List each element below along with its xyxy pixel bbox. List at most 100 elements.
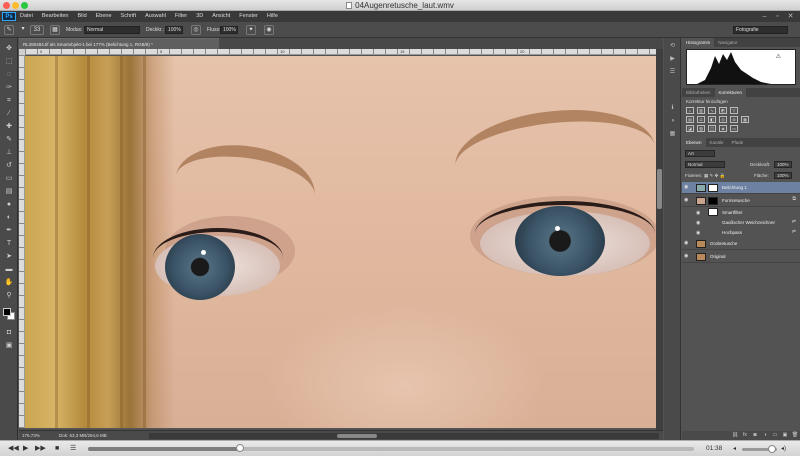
pressure-opacity-icon[interactable]: ◎ [191,25,201,35]
vertical-scroll-thumb[interactable] [657,169,662,209]
color-lookup-icon[interactable]: ▦ [741,116,749,123]
menu-ansicht[interactable]: Ansicht [212,11,230,22]
tab-channels[interactable]: Kanäle [706,138,728,147]
close-icon[interactable]: ✕ [786,12,795,21]
trash-icon[interactable]: 🗑 [790,431,800,440]
adjustment-layer-icon[interactable]: ◑ [760,431,770,440]
exposure-icon[interactable]: ◩ [719,107,727,114]
volume-high-icon[interactable]: ◂) [781,444,786,454]
visibility-eye-icon[interactable]: ◉ [684,241,690,246]
document-tab[interactable]: RL380484.tif als Smartobjekt-1 bei 177% … [19,38,219,49]
tab-paths[interactable]: Pfade [728,138,748,147]
vibrance-icon[interactable]: ▽ [730,107,738,114]
filter-kind-select[interactable]: Art [685,150,715,157]
tab-navigator[interactable]: Navigator [714,38,741,47]
marquee-tool-icon[interactable]: ⬚ [4,57,14,66]
screen-mode-icon[interactable]: ▣ [4,341,14,350]
visibility-eye-icon[interactable]: ◉ [684,198,690,203]
menu-fenster[interactable]: Fenster [239,11,258,22]
blur-tool-icon[interactable]: ● [4,200,14,209]
visibility-eye-icon[interactable]: ◉ [696,211,702,216]
vertical-scrollbar[interactable] [656,49,663,430]
menu-3d[interactable]: 3D [196,11,203,22]
color-panel-icon[interactable]: ◑ [668,117,677,126]
chevron-down-icon[interactable]: ▾ [19,25,27,35]
levels-icon[interactable]: ▥ [697,107,705,114]
stop-icon[interactable]: ■ [55,444,59,454]
layer-row[interactable]: ◉ Belichtung 1 [682,182,800,194]
group-icon[interactable]: ▭ [770,431,780,440]
menu-bearbeiten[interactable]: Bearbeiten [42,11,69,22]
curves-icon[interactable]: ∿ [708,107,716,114]
quick-mask-icon[interactable]: ◘ [4,328,14,337]
tab-adjustments[interactable]: Korrekturen [714,88,747,97]
eyedropper-tool-icon[interactable]: ⁄ [4,109,14,118]
black-white-icon[interactable]: ◧ [708,116,716,123]
zoom-tool-icon[interactable]: ⚲ [4,291,14,300]
flow-field[interactable]: 100% [220,26,238,34]
menu-hilfe[interactable]: Hilfe [267,11,278,22]
visibility-eye-icon[interactable]: ◉ [684,254,690,259]
move-tool-icon[interactable]: ✥ [4,44,14,53]
playlist-icon[interactable]: ☰ [70,444,76,454]
play-icon[interactable]: ▶ [23,444,28,454]
selective-color-icon[interactable]: ◈ [719,125,727,132]
warning-icon[interactable]: ⚠ [776,53,781,60]
airbrush-icon[interactable]: ✦ [246,25,256,35]
properties-panel-icon[interactable]: ☰ [668,68,677,77]
link-icon[interactable]: ⛓ [730,431,740,440]
opacity-field[interactable]: 100% [165,26,183,34]
healing-brush-tool-icon[interactable]: ✚ [4,122,14,131]
horizontal-scroll-thumb[interactable] [337,434,377,438]
sublayer-row[interactable]: ◉ Smartfilter [682,208,800,217]
clone-stamp-tool-icon[interactable]: ⊥ [4,148,14,157]
brush-size-preset[interactable]: 33 [30,25,44,35]
crop-tool-icon[interactable]: ⌗ [4,96,14,105]
type-tool-icon[interactable]: T [4,239,14,248]
gradient-map-icon[interactable]: ▭ [730,125,738,132]
menu-schrift[interactable]: Schrift [121,11,137,22]
visibility-eye-icon[interactable]: ◉ [696,231,702,236]
info-panel-icon[interactable]: ℹ [668,104,677,113]
mode-select[interactable]: Normal [84,26,140,34]
volume-handle[interactable] [767,445,776,453]
tab-layers[interactable]: Ebenen [682,138,706,147]
sublayer-row[interactable]: ◉ Gaußscher Weichzeichner ⇌ [682,218,800,227]
minimize-icon[interactable]: – [760,12,769,21]
dodge-tool-icon[interactable]: ◐ [4,213,14,222]
lock-icons[interactable]: ▦ ✎ ✥ 🔒 [704,171,725,180]
color-balance-icon[interactable]: ⚖ [697,116,705,123]
actions-panel-icon[interactable]: ▶ [668,55,677,64]
swatches-panel-icon[interactable]: ▦ [668,130,677,139]
new-layer-icon[interactable]: ▣ [780,431,790,440]
history-panel-icon[interactable]: ⟲ [668,42,677,51]
volume-slider[interactable] [742,445,777,453]
brush-tool-icon[interactable]: ✎ [4,25,14,35]
filter-options-icon[interactable]: ⇌ [792,218,796,227]
layer-row[interactable]: ◉ Original [682,251,800,263]
layer-opacity-field[interactable]: 100% [774,161,792,168]
brush-tool-icon[interactable]: ✎ [4,135,14,144]
seek-handle[interactable] [235,444,244,452]
photo-filter-icon[interactable]: ◎ [719,116,727,123]
menu-bild[interactable]: Bild [77,11,86,22]
visibility-eye-icon[interactable]: ◉ [684,185,690,190]
fx-icon[interactable]: fx [740,431,750,440]
blend-mode-select[interactable]: Normal [685,161,725,168]
menu-auswahl[interactable]: Auswahl [145,11,166,22]
menu-datei[interactable]: Datei [20,11,33,22]
fast-forward-icon[interactable]: ▶▶ [35,444,46,454]
tab-libraries[interactable]: Bibliotheken [682,88,715,97]
layer-row[interactable]: ◉ Formretusche ⧉ [682,195,800,207]
layer-row[interactable]: ◉ Grobretusche [682,238,800,250]
restore-icon[interactable]: ▫ [773,12,782,21]
invert-icon[interactable]: ◪ [686,125,694,132]
path-select-tool-icon[interactable]: ➤ [4,252,14,261]
menu-ebene[interactable]: Ebene [96,11,112,22]
image-canvas[interactable] [25,56,656,428]
visibility-eye-icon[interactable]: ◉ [696,221,702,226]
pressure-size-icon[interactable]: ◉ [264,25,274,35]
foreground-color-swatch[interactable] [3,308,11,316]
posterize-icon[interactable]: ▨ [697,125,705,132]
horizontal-ruler[interactable]: 0 5 10 15 20 [25,49,656,55]
